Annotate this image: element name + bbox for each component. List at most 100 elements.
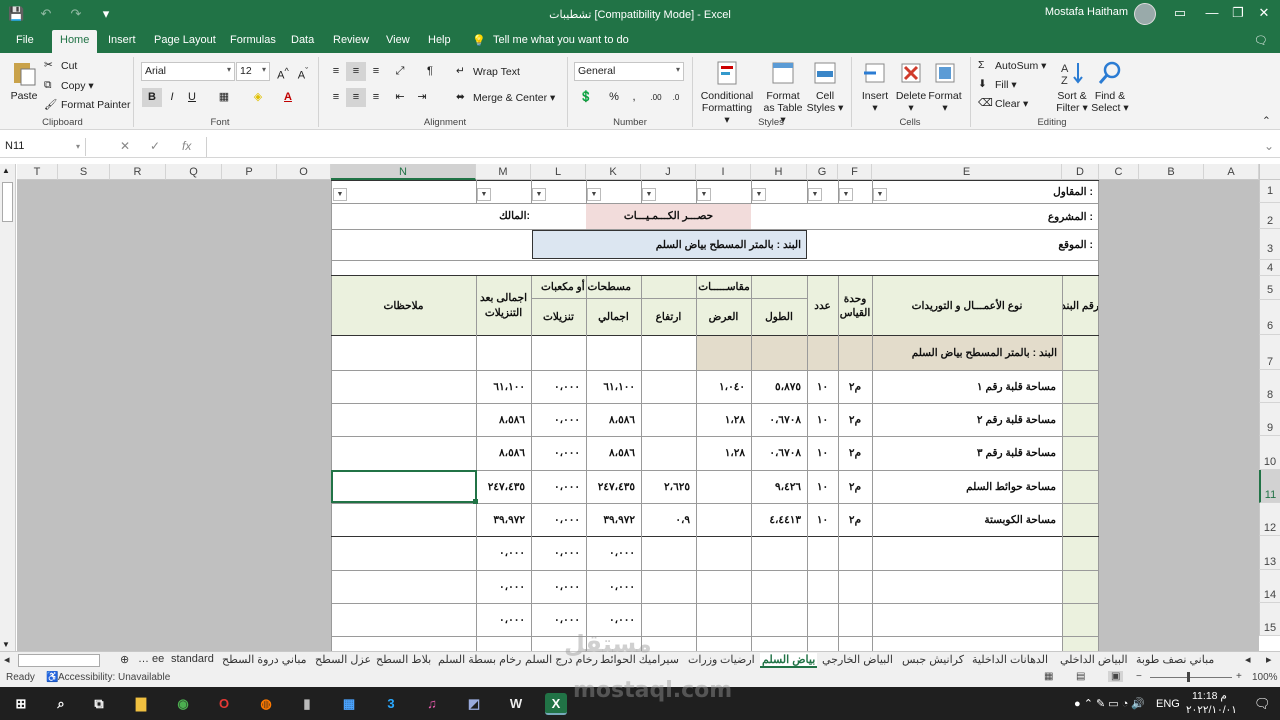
italic-button[interactable]: I xyxy=(162,88,182,107)
usb-drive-icon[interactable]: ▮ xyxy=(296,693,318,715)
excel-icon[interactable]: X xyxy=(545,693,567,715)
table-cell-unit[interactable] xyxy=(838,603,872,636)
clock-date[interactable]: ٢٠٢٢/١٠/٠١ xyxy=(1186,704,1237,716)
cell-styles-button[interactable]: Cell Styles ▾ xyxy=(806,59,844,114)
sheet-tab[interactable]: عزل السطح xyxy=(315,653,371,666)
underline-button[interactable]: U xyxy=(182,88,202,107)
language-indicator[interactable]: ENG xyxy=(1156,698,1180,710)
table-cell-name[interactable]: مساحة قلبة رقم ١ xyxy=(872,370,1062,403)
table-cell-height[interactable] xyxy=(641,570,696,603)
sheet-tab[interactable]: البياض الخارجي xyxy=(822,653,893,666)
task-view-icon[interactable]: ⧉ xyxy=(88,693,110,715)
table-cell-length[interactable] xyxy=(751,570,807,603)
tab-help[interactable]: Help xyxy=(428,34,451,46)
autosum-button[interactable]: Σ AutoSum ▾ xyxy=(978,59,1046,73)
col-header[interactable]: Q xyxy=(166,164,222,180)
borders-icon[interactable]: ▦ xyxy=(214,88,234,107)
table-cell-net[interactable]: ٣٩،٩٧٢ xyxy=(476,503,531,536)
table-cell-length[interactable]: ٥،٨٧٥ xyxy=(751,370,807,403)
col-header[interactable]: P xyxy=(222,164,277,180)
filter-dropdown-icon[interactable]: ▼ xyxy=(839,188,853,201)
filter-dropdown-icon[interactable]: ▼ xyxy=(808,188,822,201)
name-box-dropdown-icon[interactable]: ▾ xyxy=(76,142,80,151)
scroll-down-icon[interactable]: ▼ xyxy=(2,640,10,649)
col-header[interactable]: D xyxy=(1062,164,1099,180)
table-cell-name[interactable] xyxy=(872,570,1062,603)
normal-view-icon[interactable]: ▦ xyxy=(1044,671,1053,682)
table-cell-height[interactable]: ٠،٩ xyxy=(641,503,696,536)
accessibility-status[interactable]: Accessibility: Unavailable xyxy=(58,672,170,683)
table-cell-total[interactable]: ٦١،١٠٠ xyxy=(586,370,641,403)
search-icon[interactable]: ⌕ xyxy=(50,693,72,715)
restore-icon[interactable]: ❐ xyxy=(1228,5,1248,21)
percent-icon[interactable]: % xyxy=(604,88,624,107)
col-header[interactable]: F xyxy=(838,164,872,180)
scroll-tabs-end-icon[interactable]: ▸ xyxy=(1266,653,1272,666)
insert-function-icon[interactable]: fx xyxy=(182,139,191,153)
minimize-icon[interactable]: — xyxy=(1202,5,1222,20)
text-direction-icon[interactable]: ¶ xyxy=(420,62,440,81)
col-header[interactable]: L xyxy=(531,164,586,180)
scroll-tabs-right-icon[interactable]: ◂ xyxy=(1245,653,1251,666)
col-header[interactable]: K xyxy=(586,164,641,180)
table-cell-name[interactable] xyxy=(872,603,1062,636)
table-cell-length[interactable]: ٠،٦٧٠٨ xyxy=(751,403,807,436)
tray-icons[interactable]: ● ⌃ ✎ ▭ ◔ 🔊 xyxy=(1074,697,1145,710)
table-cell-name[interactable]: مساحة قلبة رقم ٣ xyxy=(872,436,1062,470)
table-cell-net[interactable]: ٨،٥٨٦ xyxy=(476,403,531,436)
currency-icon[interactable]: 💲 xyxy=(576,88,596,107)
table-cell-name[interactable]: مساحة حوائط السلم xyxy=(872,470,1062,503)
table-cell-total[interactable]: ٨،٥٨٦ xyxy=(586,403,641,436)
clock-time[interactable]: 11:18 م xyxy=(1192,690,1227,702)
col-header[interactable]: C xyxy=(1099,164,1139,180)
scroll-thumb[interactable] xyxy=(2,182,13,222)
table-cell-length[interactable] xyxy=(751,603,807,636)
page-break-view-icon[interactable]: ▣ xyxy=(1108,671,1124,682)
clear-button[interactable]: ⌫ Clear ▾ xyxy=(978,97,1028,111)
table-cell-count[interactable]: ١٠ xyxy=(807,370,838,403)
font-name-select[interactable]: Arial xyxy=(141,62,235,81)
format-as-table-button[interactable]: Format as Table ▾ xyxy=(760,59,806,126)
sheet-tab[interactable]: بلاط السطح xyxy=(376,653,431,666)
decrease-indent-icon[interactable]: ⇤ xyxy=(390,88,410,107)
app-icon[interactable]: ◩ xyxy=(463,693,485,715)
col-header[interactable]: O xyxy=(277,164,331,180)
worksheet[interactable]: T S R Q P O N M L K J I H G F E D C B A … xyxy=(0,164,1280,651)
decrease-font-icon[interactable]: Aˇ xyxy=(293,62,313,82)
table-cell-ded[interactable]: ٠،٠٠٠ xyxy=(531,370,586,403)
horizontal-scrollbar[interactable] xyxy=(18,654,100,667)
row-header[interactable]: 5 xyxy=(1259,276,1280,300)
expand-formula-icon[interactable]: ⌄ xyxy=(1264,139,1274,153)
decrease-decimal-icon[interactable]: .0 xyxy=(666,88,686,107)
table-cell-length[interactable] xyxy=(751,536,807,570)
table-cell-ded[interactable]: ٠،٠٠٠ xyxy=(531,470,586,503)
conditional-formatting-button[interactable]: Conditional Formatting ▾ xyxy=(698,59,756,126)
tab-data[interactable]: Data xyxy=(291,34,314,46)
sheet-tab[interactable]: كرانيش جبس xyxy=(902,653,964,666)
row-header[interactable]: 6 xyxy=(1259,300,1280,335)
scroll-tabs-left-icon[interactable]: ◂ xyxy=(4,653,10,666)
table-cell-length[interactable]: ٠،٦٧٠٨ xyxy=(751,436,807,470)
sheet-tab[interactable]: رخام بسطة السلم xyxy=(438,653,521,666)
row-header[interactable]: 9 xyxy=(1259,403,1280,436)
align-right-icon[interactable]: ≡ xyxy=(366,88,386,107)
table-cell-height[interactable] xyxy=(641,436,696,470)
align-bottom-icon[interactable]: ≡ xyxy=(366,62,386,81)
align-center-icon[interactable]: ≡ xyxy=(346,88,366,107)
firefox-icon[interactable]: ◍ xyxy=(255,693,277,715)
zoom-level[interactable]: 100% xyxy=(1252,672,1278,683)
tab-formulas[interactable]: Formulas xyxy=(230,34,276,46)
sheet-tab-active[interactable]: بياض السلم xyxy=(760,653,818,668)
increase-font-icon[interactable]: A^ xyxy=(273,62,293,82)
sheet-tab[interactable]: وزرات xyxy=(688,653,717,666)
ribbon-display-icon[interactable]: ▭ xyxy=(1170,5,1190,21)
fill-button[interactable]: ⬇ Fill ▾ xyxy=(978,78,1017,92)
col-header-selected[interactable]: N xyxy=(331,164,476,180)
table-cell-height[interactable] xyxy=(641,403,696,436)
increase-decimal-icon[interactable]: .00 xyxy=(646,88,666,107)
tab-page-layout[interactable]: Page Layout xyxy=(154,34,216,46)
sheet-tab[interactable]: البياض الداخلي xyxy=(1060,653,1128,666)
scroll-up-icon[interactable]: ▲ xyxy=(2,166,10,175)
table-cell-count[interactable]: ١٠ xyxy=(807,436,838,470)
row-header[interactable]: 2 xyxy=(1259,203,1280,229)
